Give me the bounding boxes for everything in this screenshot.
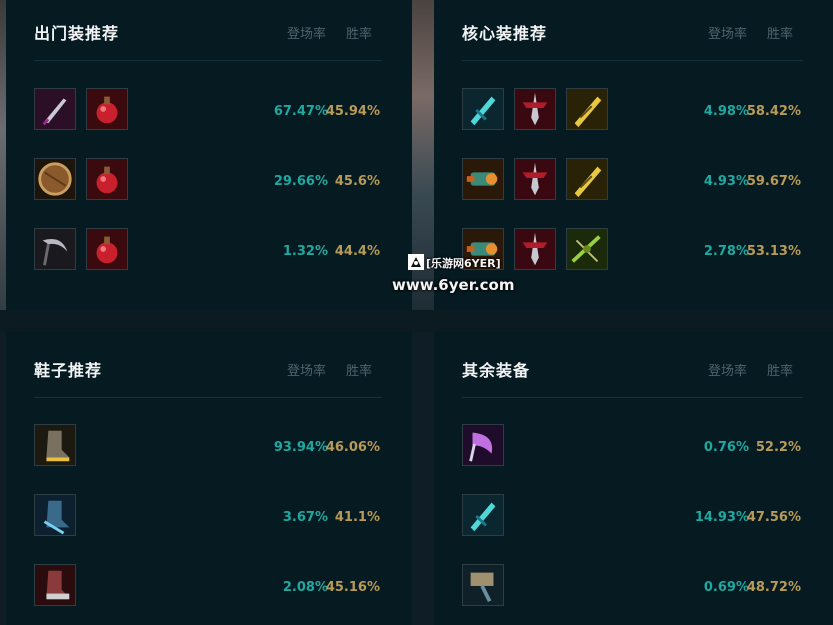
win-rate: 53.13% [746, 244, 801, 259]
pick-rate: 14.93% [694, 510, 749, 525]
build-row[interactable]: 4.93% 59.67% [462, 158, 803, 204]
item-icons [34, 228, 128, 270]
pick-rate: 4.98% [703, 104, 749, 119]
item-icons [462, 494, 504, 536]
pick-rate-header: 登场率 [286, 364, 326, 379]
violet-axe-icon[interactable] [462, 424, 504, 466]
panel-title: 核心装推荐 [462, 24, 548, 43]
item-icons [34, 158, 128, 200]
build-row[interactable]: 2.08% 45.16% [34, 564, 382, 610]
item-icons [462, 158, 608, 200]
item-icons [462, 424, 504, 466]
pick-rate: 67.47% [273, 104, 328, 119]
win-rate-header: 胜率 [345, 364, 372, 379]
health-potion-icon[interactable] [86, 88, 128, 130]
pick-rate-header: 登场率 [286, 27, 326, 42]
other-items-panel: 其余装备 登场率 胜率 0.76% 52.2% 14.93% 47.56% 0.… [434, 332, 833, 625]
red-crossblade-icon[interactable] [514, 88, 556, 130]
win-rate: 52.2% [755, 440, 801, 455]
red-crossblade-icon[interactable] [514, 158, 556, 200]
background-strip [0, 310, 833, 332]
build-row[interactable]: 29.66% 45.6% [34, 158, 382, 204]
item-icons [462, 88, 608, 130]
golden-greaves-icon[interactable] [34, 424, 76, 466]
pick-rate: 2.08% [282, 580, 328, 595]
build-row[interactable]: 93.94% 46.06% [34, 424, 382, 470]
pick-rate: 3.67% [282, 510, 328, 525]
blue-boots-icon[interactable] [34, 494, 76, 536]
green-crossbow-icon[interactable] [566, 228, 608, 270]
pick-rate: 0.69% [703, 580, 749, 595]
dagger-icon[interactable] [34, 88, 76, 130]
pick-rate-header: 登场率 [707, 27, 747, 42]
build-row[interactable]: 0.76% 52.2% [462, 424, 803, 470]
frost-blade-icon[interactable] [462, 494, 504, 536]
build-row[interactable]: 14.93% 47.56% [462, 494, 803, 540]
build-row[interactable]: 4.98% 58.42% [462, 88, 803, 134]
build-row[interactable]: 67.47% 45.94% [34, 88, 382, 134]
watermark: [乐游网6YER] www.6yer.com [392, 254, 518, 298]
panel-header: 核心装推荐 登场率 胜率 [462, 0, 803, 61]
win-rate: 58.42% [746, 104, 801, 119]
watermark-brand: [乐游网6YER] [426, 257, 501, 270]
win-rate-header: 胜率 [766, 364, 793, 379]
panel-header: 出门装推荐 登场率 胜率 [34, 0, 382, 61]
arm-cannon-icon[interactable] [462, 158, 504, 200]
item-icons [34, 424, 76, 466]
pick-rate: 29.66% [273, 174, 328, 189]
pick-rate: 4.93% [703, 174, 749, 189]
stone-hammer-icon[interactable] [462, 564, 504, 606]
item-icons [462, 564, 504, 606]
pick-rate: 1.32% [282, 244, 328, 259]
build-row[interactable]: 1.32% 44.4% [34, 228, 382, 274]
win-rate: 45.94% [325, 104, 380, 119]
win-rate-header: 胜率 [766, 27, 793, 42]
win-rate: 45.6% [334, 174, 380, 189]
health-potion-icon[interactable] [86, 158, 128, 200]
win-rate-header: 胜率 [345, 27, 372, 42]
pick-rate: 93.94% [273, 440, 328, 455]
wooden-shield-icon[interactable] [34, 158, 76, 200]
red-boots-icon[interactable] [34, 564, 76, 606]
scythe-icon[interactable] [34, 228, 76, 270]
panel-title: 其余装备 [462, 361, 531, 380]
item-icons [34, 494, 76, 536]
frost-blade-icon[interactable] [462, 88, 504, 130]
pick-rate-header: 登场率 [707, 364, 747, 379]
win-rate: 48.72% [746, 580, 801, 595]
golden-sword-icon[interactable] [566, 158, 608, 200]
health-potion-icon[interactable] [86, 228, 128, 270]
win-rate: 46.06% [325, 440, 380, 455]
watermark-url: www.6yer.com [392, 276, 515, 294]
golden-sword-icon[interactable] [566, 88, 608, 130]
boots-panel: 鞋子推荐 登场率 胜率 93.94% 46.06% 3.67% 41.1% 2.… [6, 332, 412, 625]
win-rate: 45.16% [325, 580, 380, 595]
build-row[interactable]: 0.69% 48.72% [462, 564, 803, 610]
panel-title: 出门装推荐 [34, 24, 120, 43]
panel-header: 鞋子推荐 登场率 胜率 [34, 332, 382, 398]
item-icons [34, 564, 76, 606]
watermark-logo-icon [408, 254, 424, 270]
pick-rate: 0.76% [703, 440, 749, 455]
win-rate: 44.4% [334, 244, 380, 259]
build-row[interactable]: 3.67% 41.1% [34, 494, 382, 540]
panel-title: 鞋子推荐 [34, 361, 103, 380]
win-rate: 41.1% [334, 510, 380, 525]
starter-items-panel: 出门装推荐 登场率 胜率 67.47% 45.94% 29.66% 45.6% … [6, 0, 412, 310]
pick-rate: 2.78% [703, 244, 749, 259]
item-icons [34, 88, 128, 130]
panel-header: 其余装备 登场率 胜率 [462, 332, 803, 398]
win-rate: 59.67% [746, 174, 801, 189]
win-rate: 47.56% [746, 510, 801, 525]
red-crossblade-icon[interactable] [514, 228, 556, 270]
